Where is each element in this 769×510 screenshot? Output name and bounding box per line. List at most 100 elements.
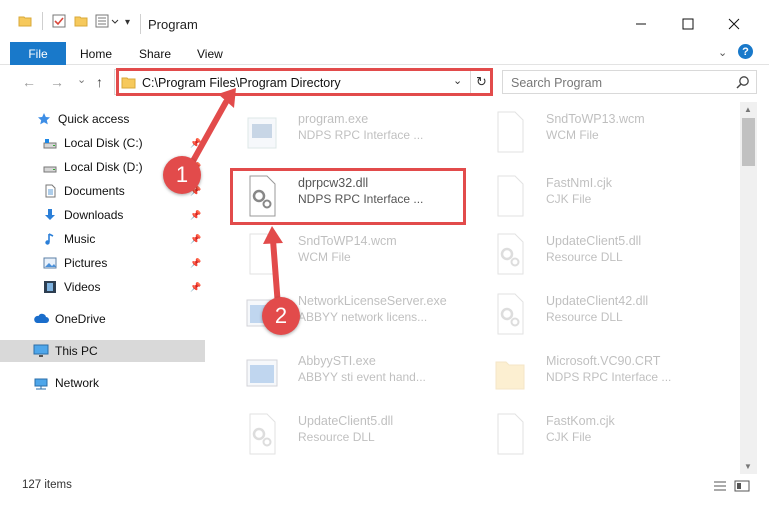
sidebar-item-network[interactable]: Network [0, 372, 205, 394]
divider [42, 12, 43, 30]
sidebar-item-local-disk-c[interactable]: Local Disk (C:) 📌 [0, 132, 205, 154]
dll-gear-icon [492, 232, 528, 276]
sidebar-item-downloads[interactable]: Downloads 📌 [0, 204, 205, 226]
tab-share[interactable]: Share [139, 47, 171, 61]
file-name: SndToWP14.wcm [298, 234, 397, 248]
status-bar: 127 items [0, 474, 769, 498]
file-item[interactable]: program.exe NDPS RPC Interface ... [230, 104, 470, 160]
file-item[interactable]: UpdateClient5.dll Resource DLL [230, 406, 470, 462]
customize-toolbar-icon[interactable] [95, 14, 121, 31]
scroll-down-icon[interactable]: ▼ [744, 462, 752, 471]
help-button[interactable]: ? [738, 44, 753, 59]
tab-home[interactable]: Home [80, 47, 112, 61]
file-name: FastKom.cjk [546, 414, 615, 428]
scrollbar-thumb[interactable] [742, 118, 755, 166]
blank-file-icon [244, 232, 280, 276]
file-name: FastNmI.cjk [546, 176, 612, 190]
file-item[interactable]: SndToWP13.wcm WCM File [478, 104, 718, 160]
expand-ribbon-icon[interactable]: ⌄ [718, 46, 727, 59]
sidebar-item-label: This PC [55, 344, 98, 358]
tab-file[interactable]: File [10, 42, 66, 65]
file-name: Microsoft.VC90.CRT [546, 354, 661, 368]
file-item[interactable]: Microsoft.VC90.CRT NDPS RPC Interface ..… [478, 346, 718, 402]
folder-icon[interactable] [18, 14, 32, 31]
sidebar-item-label: Documents [64, 184, 125, 198]
window-title: Program [148, 17, 198, 32]
file-type: ABBYY network licens... [298, 310, 428, 324]
file-item[interactable]: AbbyySTI.exe ABBYY sti event hand... [230, 346, 470, 402]
blank-file-icon [492, 412, 528, 456]
dll-gear-icon [244, 412, 280, 456]
sidebar-item-label: Pictures [64, 256, 108, 270]
new-folder-icon[interactable] [74, 14, 88, 31]
file-type: Resource DLL [298, 430, 375, 444]
folder-icon [492, 352, 528, 396]
music-icon [42, 231, 58, 247]
pin-icon[interactable]: 📌 [190, 210, 201, 221]
sidebar-item-onedrive[interactable]: OneDrive [0, 308, 205, 330]
large-icons-view-icon[interactable] [734, 478, 750, 494]
file-name: SndToWP13.wcm [546, 112, 645, 126]
file-name: program.exe [298, 112, 369, 126]
file-type: WCM File [546, 128, 599, 142]
pin-icon[interactable]: 📌 [190, 282, 201, 293]
sidebar-item-quick-access[interactable]: Quick access [0, 108, 205, 130]
up-button[interactable]: ↑ [96, 74, 103, 90]
file-type: CJK File [546, 430, 592, 444]
scroll-up-icon[interactable]: ▲ [744, 105, 752, 114]
file-item[interactable]: UpdateClient42.dll Resource DLL [478, 286, 718, 342]
ribbon: File Home Share View ⌄ ? [0, 38, 769, 65]
file-item[interactable]: FastNmI.cjk CJK File [478, 168, 718, 224]
sidebar-item-label: Videos [64, 280, 101, 294]
file-name: UpdateClient5.dll [298, 414, 394, 428]
drive-icon [42, 135, 58, 151]
file-type: NDPS RPC Interface ... [546, 370, 672, 384]
sidebar-item-label: Local Disk (C:) [64, 136, 143, 150]
vertical-scrollbar[interactable]: ▲ ▼ [740, 102, 757, 474]
file-list: program.exe NDPS RPC Interface ... SndTo… [210, 102, 740, 474]
sidebar-item-videos[interactable]: Videos 📌 [0, 276, 205, 298]
pin-icon[interactable]: 📌 [190, 234, 201, 245]
blank-file-icon [492, 174, 528, 218]
search-input[interactable]: Search Program [511, 76, 602, 90]
file-item[interactable]: UpdateClient5.dll Resource DLL [478, 226, 718, 282]
file-name: AbbyySTI.exe [298, 354, 376, 368]
pin-icon[interactable]: 📌 [190, 138, 201, 149]
back-button[interactable]: ← [22, 74, 36, 90]
sidebar-item-label: Downloads [64, 208, 124, 222]
sidebar-item-pictures[interactable]: Pictures 📌 [0, 252, 205, 274]
network-icon [33, 375, 49, 391]
sidebar-item-music[interactable]: Music 📌 [0, 228, 205, 250]
file-item[interactable]: SndToWP14.wcm WCM File [230, 226, 470, 282]
step-1-badge: 1 [163, 156, 201, 194]
file-name: UpdateClient5.dll [546, 234, 642, 248]
pin-icon[interactable]: 📌 [190, 258, 201, 269]
file-type: ABBYY sti event hand... [298, 370, 426, 384]
videos-icon [42, 279, 58, 295]
maximize-button[interactable] [673, 10, 703, 38]
file-type: NDPS RPC Interface ... [298, 128, 424, 142]
properties-icon[interactable] [52, 14, 66, 31]
recent-locations-button[interactable]: ⌄ [77, 73, 86, 86]
sidebar-item-label: Local Disk (D:) [64, 160, 143, 174]
file-item[interactable]: FastKom.cjk CJK File [478, 406, 718, 462]
cloud-icon [33, 311, 49, 327]
sidebar-item-label: Quick access [58, 112, 130, 126]
step-2-badge: 2 [262, 297, 300, 335]
documents-icon [42, 183, 58, 199]
sidebar-item-this-pc[interactable]: This PC [0, 340, 205, 362]
forward-button[interactable]: → [50, 74, 64, 90]
sidebar-item-label: OneDrive [55, 312, 106, 326]
file-highlight-box [230, 168, 466, 225]
search-box[interactable]: Search Program [502, 70, 757, 94]
details-view-icon[interactable] [712, 478, 728, 494]
tab-view[interactable]: View [197, 47, 223, 61]
search-icon[interactable] [736, 75, 750, 92]
close-button[interactable] [719, 10, 749, 38]
address-highlight-box [116, 68, 493, 96]
minimize-button[interactable] [626, 10, 656, 38]
quick-access-dropdown-icon[interactable]: ▾ [125, 17, 130, 28]
file-type: Resource DLL [546, 250, 623, 264]
dll-gear-icon [492, 292, 528, 336]
divider [140, 14, 141, 34]
